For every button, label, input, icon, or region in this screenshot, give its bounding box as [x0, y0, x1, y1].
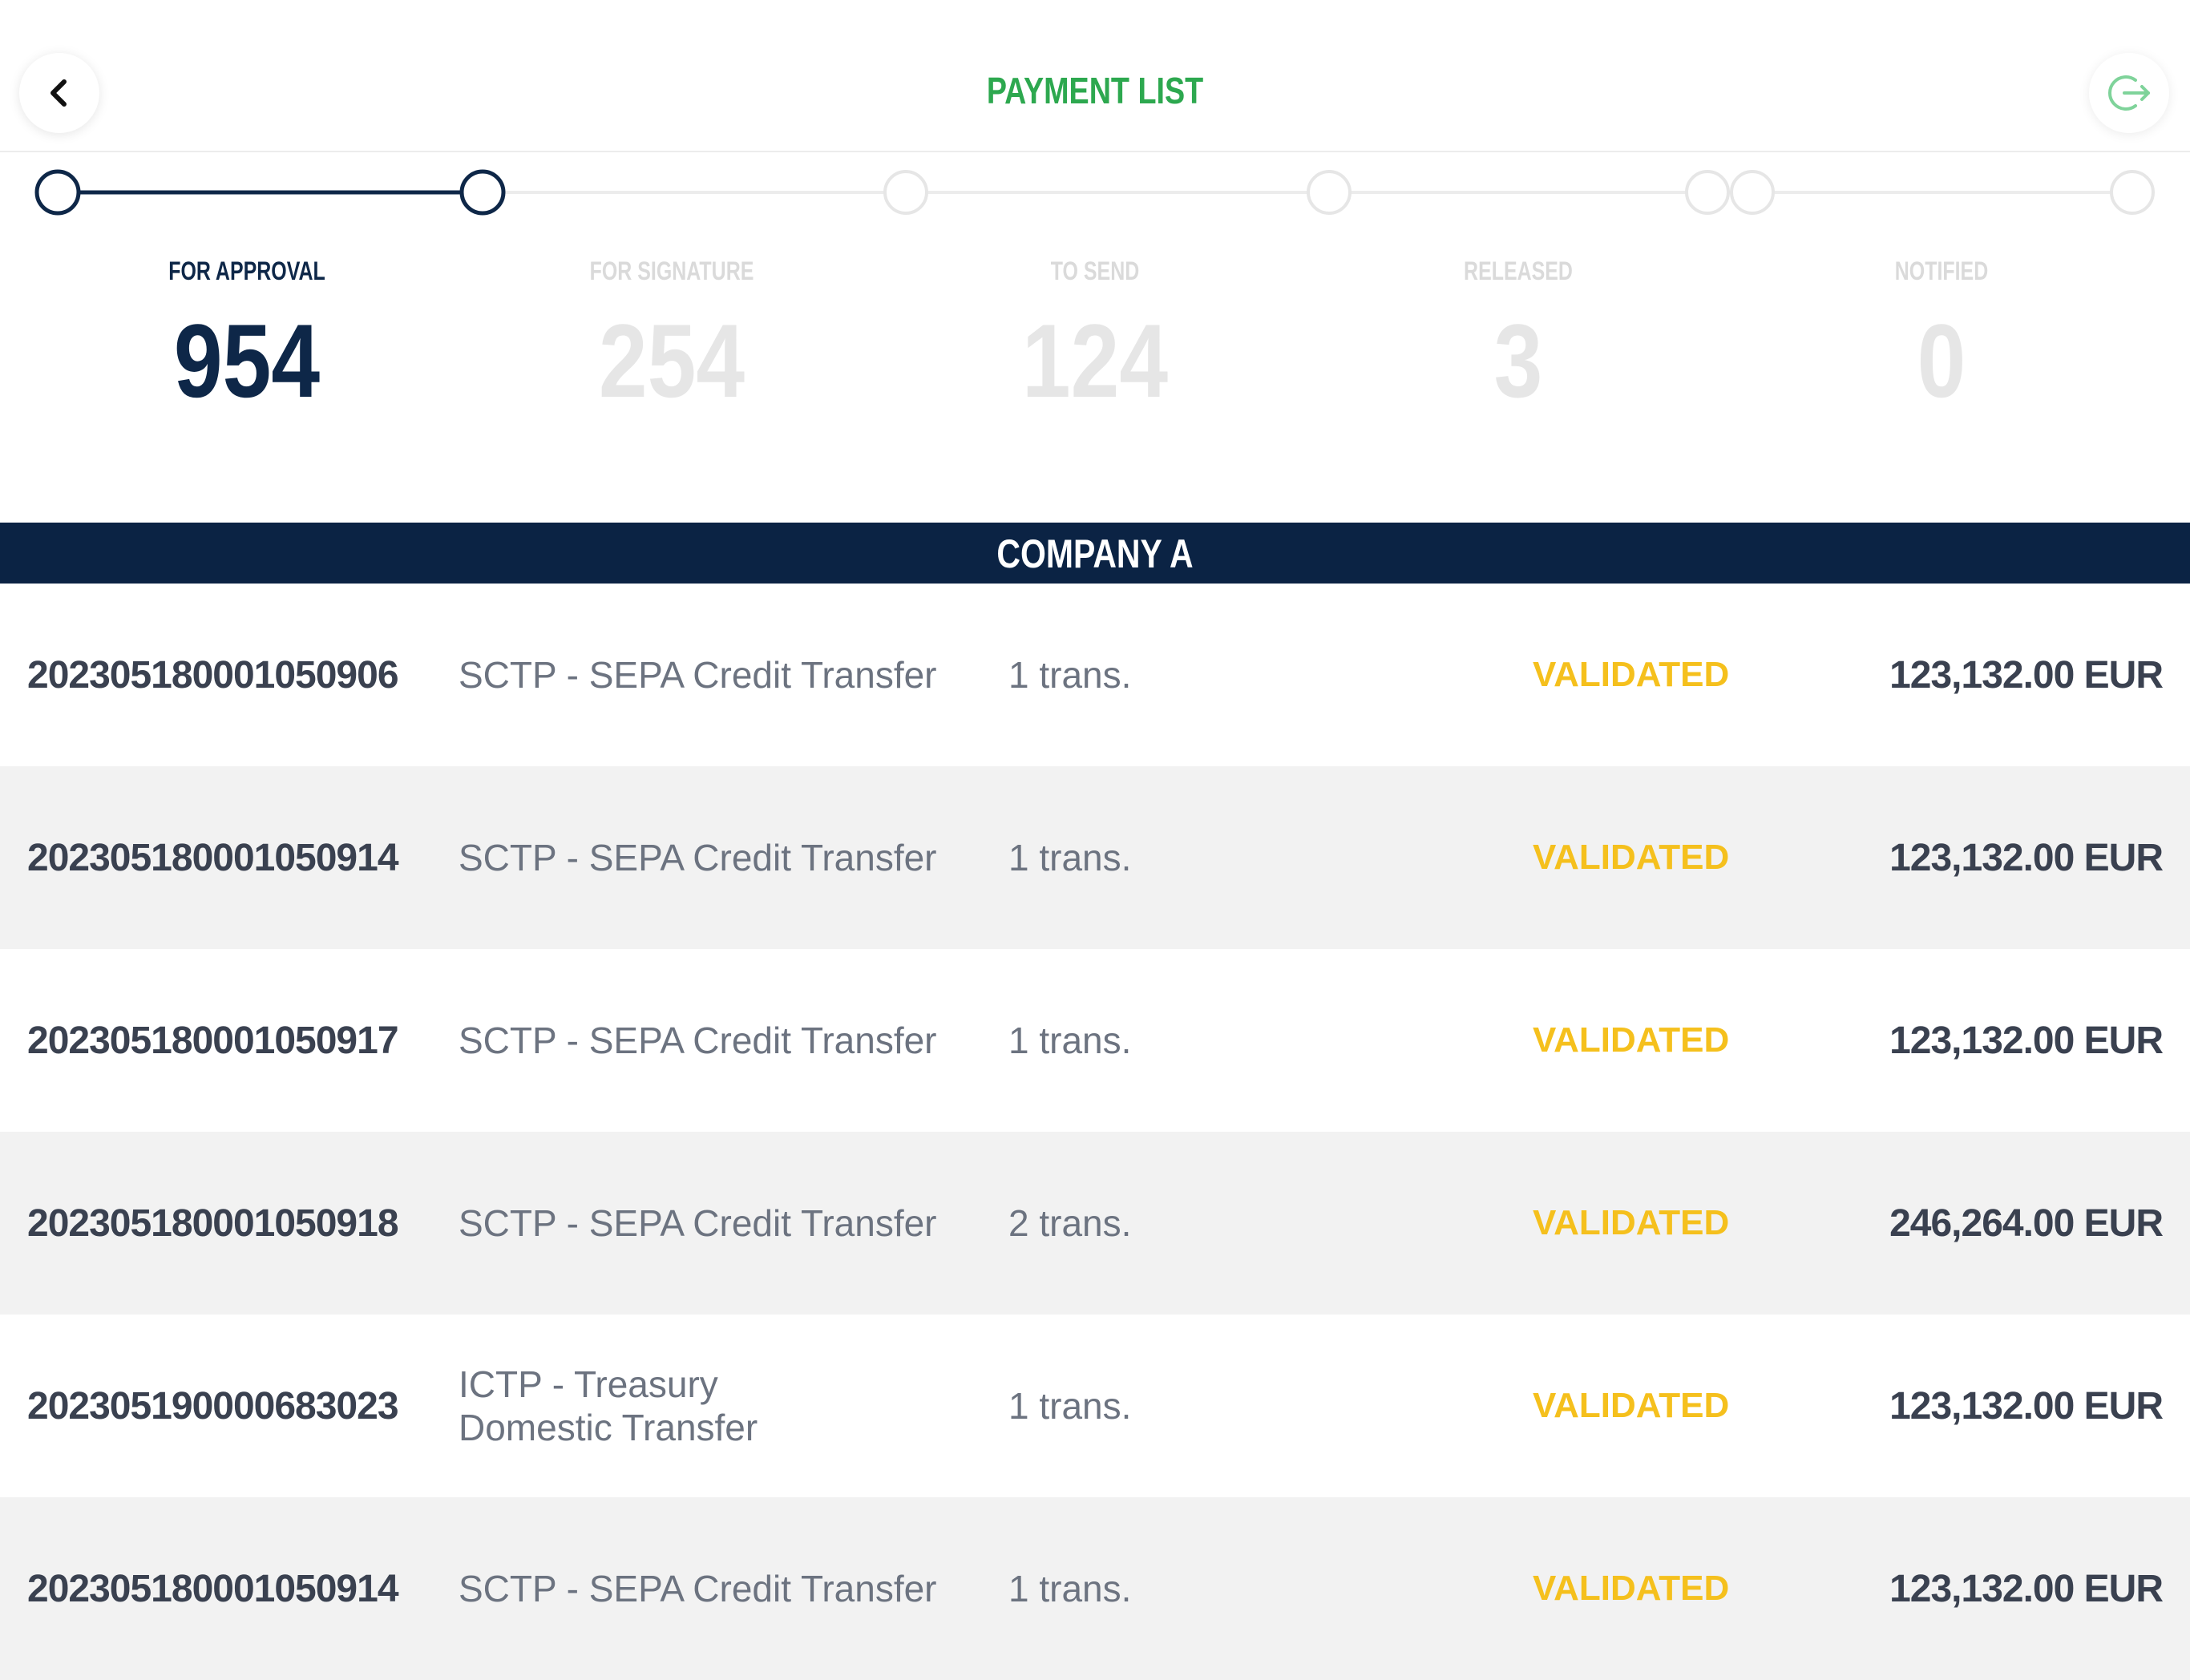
- stat-label: NOTIFIED: [1894, 256, 1989, 285]
- payment-type: SCTP - SEPA Credit Transfer: [459, 1020, 937, 1061]
- stat-value: 124: [1021, 302, 1169, 419]
- table-row[interactable]: 202305190000683023 ICTP - Treasury Domes…: [0, 1315, 2190, 1497]
- table-row[interactable]: 202305180001050906 SCTP - SEPA Credit Tr…: [0, 584, 2190, 766]
- stat-value: 0: [1917, 302, 1966, 419]
- stat-value: 3: [1493, 302, 1543, 419]
- payment-type: ICTP - Treasury Domestic Transfer: [459, 1363, 758, 1448]
- stat-label: FOR APPROVAL: [168, 256, 325, 285]
- payment-type: SCTP - SEPA Credit Transfer: [459, 837, 937, 878]
- transaction-count: 1 trans.: [1008, 654, 1132, 696]
- table-row[interactable]: 202305180001050918 SCTP - SEPA Credit Tr…: [0, 1132, 2190, 1315]
- step-for-approval[interactable]: [34, 169, 81, 216]
- status-counters: FOR APPROVAL 954 FOR SIGNATURE 254 TO SE…: [0, 256, 2190, 441]
- stat-for-approval[interactable]: FOR APPROVAL 954: [87, 256, 407, 417]
- status-stepper: [0, 156, 2190, 228]
- status-badge: VALIDATED: [1533, 1569, 1730, 1608]
- payment-id: 202305180001050918: [27, 1201, 399, 1245]
- payment-amount: 123,132.00 EUR: [1889, 1384, 2164, 1428]
- transaction-count: 1 trans.: [1008, 1020, 1132, 1061]
- status-badge: VALIDATED: [1533, 655, 1730, 694]
- stat-for-signature[interactable]: FOR SIGNATURE 254: [511, 256, 832, 417]
- step-released-b[interactable]: [1685, 170, 1730, 215]
- transaction-count: 1 trans.: [1008, 1568, 1132, 1609]
- app-header: PAYMENT LIST: [0, 0, 2190, 152]
- table-row[interactable]: 202305180001050914 SCTP - SEPA Credit Tr…: [0, 1497, 2190, 1680]
- step-notified[interactable]: [1730, 170, 1775, 215]
- payment-id: 202305180001050906: [27, 653, 399, 697]
- chevron-left-icon: [51, 79, 67, 107]
- transaction-count: 1 trans.: [1008, 1385, 1132, 1427]
- step-end[interactable]: [2110, 170, 2155, 215]
- stepper-track: [34, 169, 2155, 216]
- back-button[interactable]: [19, 53, 99, 133]
- payment-id: 202305180001050917: [27, 1019, 399, 1062]
- page-title: PAYMENT LIST: [986, 70, 1204, 111]
- stat-value: 254: [598, 302, 745, 419]
- payment-table: 202305180001050906 SCTP - SEPA Credit Tr…: [0, 584, 2190, 1680]
- status-badge: VALIDATED: [1533, 838, 1730, 877]
- status-badge: VALIDATED: [1533, 1386, 1730, 1425]
- status-badge: VALIDATED: [1533, 1203, 1730, 1242]
- payment-type: SCTP - SEPA Credit Transfer: [459, 1202, 937, 1244]
- stat-value: 954: [173, 302, 321, 419]
- step-to-send[interactable]: [883, 170, 928, 215]
- payment-amount: 123,132.00 EUR: [1889, 1019, 2164, 1062]
- stat-label: TO SEND: [1050, 256, 1140, 285]
- payment-id: 202305190000683023: [27, 1384, 399, 1428]
- table-row[interactable]: 202305180001050917 SCTP - SEPA Credit Tr…: [0, 949, 2190, 1132]
- stat-label: FOR SIGNATURE: [589, 256, 754, 285]
- step-released[interactable]: [1307, 170, 1352, 215]
- stat-notified[interactable]: NOTIFIED 0: [1781, 256, 2102, 417]
- step-for-signature[interactable]: [459, 169, 506, 216]
- transaction-count: 1 trans.: [1008, 837, 1132, 878]
- stat-label: RELEASED: [1464, 256, 1573, 285]
- stat-released[interactable]: RELEASED 3: [1358, 256, 1679, 417]
- payment-type: SCTP - SEPA Credit Transfer: [459, 654, 937, 696]
- payment-amount: 123,132.00 EUR: [1889, 653, 2164, 697]
- logout-icon: [2108, 75, 2150, 111]
- payment-id: 202305180001050914: [27, 1567, 399, 1610]
- logout-button[interactable]: [2089, 53, 2169, 133]
- payment-type: SCTP - SEPA Credit Transfer: [459, 1568, 937, 1609]
- status-badge: VALIDATED: [1533, 1020, 1730, 1060]
- payment-id: 202305180001050914: [27, 836, 399, 879]
- payment-amount: 123,132.00 EUR: [1889, 836, 2164, 879]
- table-row[interactable]: 202305180001050914 SCTP - SEPA Credit Tr…: [0, 766, 2190, 949]
- payment-amount: 246,264.00 EUR: [1889, 1201, 2164, 1245]
- company-name: COMPANY A: [996, 531, 1194, 576]
- transaction-count: 2 trans.: [1008, 1202, 1132, 1244]
- company-banner: COMPANY A: [0, 523, 2190, 584]
- stat-to-send[interactable]: TO SEND 124: [935, 256, 1255, 417]
- payment-amount: 123,132.00 EUR: [1889, 1567, 2164, 1610]
